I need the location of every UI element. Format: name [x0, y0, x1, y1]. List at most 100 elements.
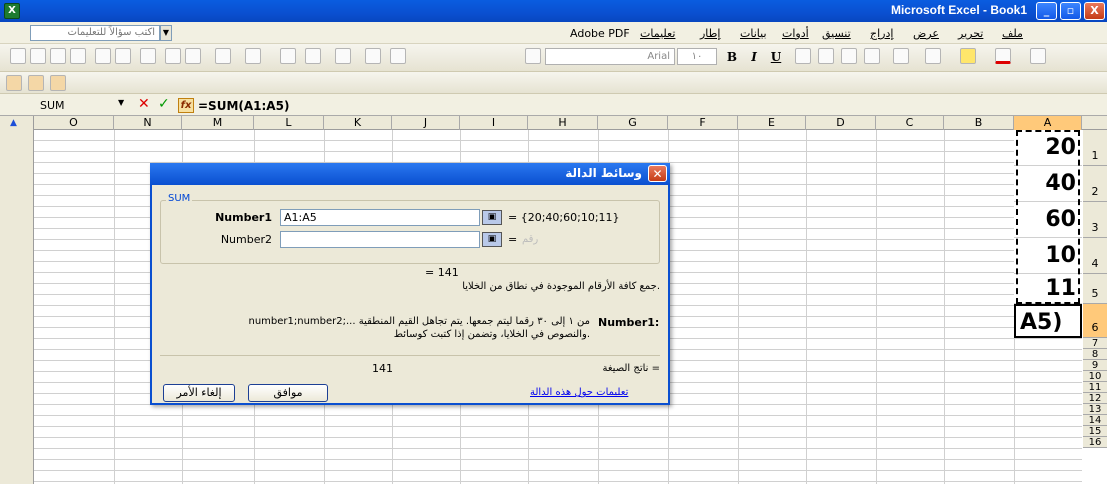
ok-button[interactable]: موافق [248, 384, 328, 402]
menu-file[interactable]: ملف [1002, 27, 1023, 40]
column-header-g[interactable]: G [598, 116, 668, 130]
toolbar-options-icon-2[interactable] [1030, 48, 1046, 64]
percent-icon[interactable] [893, 48, 909, 64]
menu-edit[interactable]: تحرير [958, 27, 983, 40]
row-header-6[interactable]: 6 [1083, 304, 1107, 338]
font-size-field[interactable]: ١٠ [677, 48, 717, 65]
column-header-k[interactable]: K [324, 116, 392, 130]
column-header-l[interactable]: L [254, 116, 324, 130]
select-all-corner[interactable] [0, 116, 34, 484]
menu-tools[interactable]: أدوات [782, 27, 809, 40]
hyperlink-icon[interactable] [280, 48, 296, 64]
cancel-entry-icon[interactable]: ✕ [138, 96, 150, 112]
spelling-icon[interactable] [140, 48, 156, 64]
column-header-o[interactable]: O [34, 116, 114, 130]
enter-entry-icon[interactable]: ✓ [158, 96, 170, 112]
autosum-icon[interactable] [305, 48, 321, 64]
font-name-field[interactable]: Arial [545, 48, 675, 65]
row-header-5[interactable]: 5 [1083, 274, 1107, 304]
name-box-dropdown-icon[interactable]: ▼ [118, 98, 124, 107]
row-header-12[interactable]: 12 [1083, 393, 1107, 404]
row-header-10[interactable]: 10 [1083, 371, 1107, 382]
menu-window[interactable]: إطار [700, 27, 720, 40]
menu-help[interactable]: تعليمات [640, 27, 675, 40]
undo-icon[interactable] [215, 48, 231, 64]
scroll-up-icon[interactable]: ▲ [10, 118, 17, 128]
column-header-h[interactable]: H [528, 116, 598, 130]
help-dropdown-icon[interactable]: ▼ [160, 25, 172, 41]
italic-button[interactable]: I [745, 48, 763, 66]
row-header-9[interactable]: 9 [1083, 360, 1107, 371]
print-preview-icon[interactable] [115, 48, 131, 64]
row-header-4[interactable]: 4 [1083, 238, 1107, 274]
row-header-11[interactable]: 11 [1083, 382, 1107, 393]
dialog-title-bar[interactable]: وسائط الدالة ✕ [150, 163, 670, 185]
align-center-icon[interactable] [818, 48, 834, 64]
column-header-f[interactable]: F [668, 116, 738, 130]
column-header-j[interactable]: J [392, 116, 460, 130]
fill-color-icon[interactable] [960, 48, 976, 64]
row-header-1[interactable]: 1 [1083, 130, 1107, 166]
row-header-3[interactable]: 3 [1083, 202, 1107, 238]
close-window-button[interactable]: X [1084, 2, 1105, 20]
sort-icon[interactable] [335, 48, 351, 64]
align-right-icon[interactable] [795, 48, 811, 64]
number1-input[interactable]: A1:A5 [280, 209, 480, 226]
help-search-input[interactable]: اكتب سؤالاً للتعليمات [30, 25, 160, 41]
row-header-13[interactable]: 13 [1083, 404, 1107, 415]
column-header-n[interactable]: N [114, 116, 182, 130]
menu-view[interactable]: عرض [913, 27, 939, 40]
column-header-i[interactable]: I [460, 116, 528, 130]
help-on-function-link[interactable]: تعليمات حول هذه الدالة [530, 387, 628, 398]
row-header-15[interactable]: 15 [1083, 426, 1107, 437]
column-header-d[interactable]: D [806, 116, 876, 130]
row-header-14[interactable]: 14 [1083, 415, 1107, 426]
align-left-icon[interactable] [841, 48, 857, 64]
row-header-16[interactable]: 16 [1083, 437, 1107, 448]
row-header-7[interactable]: 7 [1083, 338, 1107, 349]
column-header-c[interactable]: C [876, 116, 944, 130]
number2-input[interactable] [280, 231, 480, 248]
underline-button[interactable]: U [767, 48, 785, 66]
collapse-dialog-icon-2[interactable]: ▣ [482, 232, 502, 247]
cell-a6[interactable]: A5) [1014, 304, 1082, 338]
open-icon[interactable] [30, 48, 46, 64]
function-description: جمع كافة الأرقام الموجودة في نطاق من الخ… [462, 281, 660, 292]
pdf-email-icon[interactable] [28, 75, 44, 91]
menu-insert[interactable]: إدراج [870, 27, 893, 40]
column-header-b[interactable]: B [944, 116, 1014, 130]
save-icon[interactable] [50, 48, 66, 64]
maximize-button[interactable]: ▫ [1060, 2, 1081, 20]
row-header-8[interactable]: 8 [1083, 349, 1107, 360]
bold-button[interactable]: B [723, 48, 741, 66]
collapse-dialog-icon[interactable]: ▣ [482, 210, 502, 225]
column-header-e[interactable]: E [738, 116, 806, 130]
print-icon[interactable] [95, 48, 111, 64]
name-box[interactable]: SUM [40, 98, 115, 114]
dialog-close-icon[interactable]: ✕ [648, 165, 667, 182]
menu-adobe-pdf[interactable]: Adobe PDF [570, 27, 630, 40]
column-header-a[interactable]: A [1014, 116, 1082, 130]
excel-icon[interactable]: X [4, 3, 20, 19]
formula-input[interactable]: =SUM(A1:A5) [198, 99, 289, 113]
font-color-icon[interactable] [995, 48, 1011, 64]
menu-format[interactable]: تنسيق [822, 27, 851, 40]
pdf-review-icon[interactable] [50, 75, 66, 91]
new-icon[interactable] [10, 48, 26, 64]
insert-function-icon[interactable]: fx [178, 98, 194, 113]
menu-data[interactable]: بيانات [740, 27, 767, 40]
help-icon[interactable] [390, 48, 406, 64]
paste-icon[interactable] [185, 48, 201, 64]
row-header-2[interactable]: 2 [1083, 166, 1107, 202]
permission-icon[interactable] [70, 48, 86, 64]
pdf-convert-icon[interactable] [6, 75, 22, 91]
borders-icon[interactable] [925, 48, 941, 64]
redo-icon[interactable] [245, 48, 261, 64]
cancel-button[interactable]: إلغاء الأمر [163, 384, 235, 402]
chart-icon[interactable] [365, 48, 381, 64]
copy-icon[interactable] [165, 48, 181, 64]
column-header-m[interactable]: M [182, 116, 254, 130]
minimize-button[interactable]: _ [1036, 2, 1057, 20]
merge-center-icon[interactable] [864, 48, 880, 64]
toolbar-options-icon[interactable] [525, 48, 541, 64]
